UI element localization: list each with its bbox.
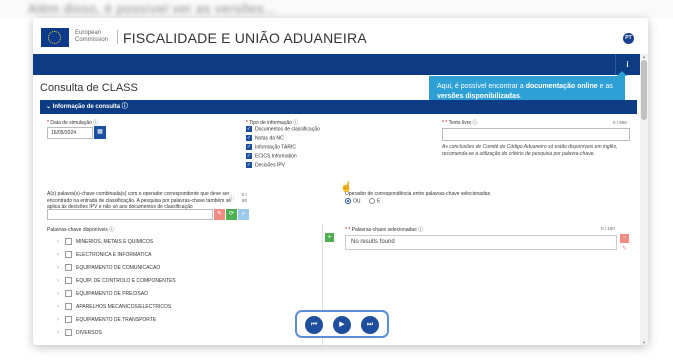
chevron-right-icon: ›: [57, 291, 59, 297]
date-input[interactable]: 16/05/2024: [47, 127, 93, 139]
checkbox-nc-notes[interactable]: ✓ Notas da NC: [246, 135, 284, 142]
chevron-right-icon: ›: [57, 265, 59, 271]
tooltip-text-suffix: .: [519, 93, 522, 100]
tree-item[interactable]: › ELECTRONICA E INFORMATICA: [57, 251, 151, 259]
tooltip-text: Aqui, é possível encontrar a: [437, 83, 526, 90]
section-header-label: Informação de consulta ⓘ: [52, 104, 128, 110]
checkbox-taric-info[interactable]: ✓ Informação TARIC: [246, 144, 296, 151]
checkbox-checked-icon: ✓: [246, 144, 252, 150]
site-title: FISCALIDADE E UNIÃO ADUANEIRA: [123, 30, 367, 46]
radio-or[interactable]: OU: [345, 198, 361, 205]
page-title: Consulta de CLASS: [40, 82, 138, 94]
checkbox-classification-docs[interactable]: ✓ Documentos de classificação: [246, 126, 320, 133]
top-caption-text: Além disso, é possível ver as versões...: [28, 1, 277, 16]
mouse-cursor-icon: ☝: [340, 182, 353, 193]
application-window: European Commission FISCALIDADE E UNIÃO …: [33, 18, 648, 345]
checkbox: [65, 329, 72, 337]
selected-keywords-label: * * Palavras-chave selecionadas ⓘ: [345, 227, 424, 233]
free-text-label: * * Texto livre ⓘ: [442, 120, 478, 126]
previous-button[interactable]: ⏮: [305, 316, 323, 334]
tree-item[interactable]: › EQUIPAMENTO DE COMUNICACAO: [57, 264, 160, 272]
checkbox: [65, 264, 72, 272]
top-caption-strip: Além disso, é possível ver as versões...: [0, 0, 673, 18]
language-selector[interactable]: PT: [623, 33, 634, 44]
operator-label: Operador de correspondência entre palavr…: [345, 191, 491, 197]
add-keyword-button[interactable]: +: [325, 233, 334, 242]
remove-keyword-button[interactable]: −: [620, 234, 629, 243]
chevron-right-icon: ›: [57, 317, 59, 323]
checkbox: [65, 290, 72, 298]
checkbox-checked-icon: ✓: [246, 135, 252, 141]
section-header-consult-info[interactable]: ⌄ Informação de consulta ⓘ: [40, 100, 637, 114]
eu-flag-logo: [41, 28, 69, 47]
search-keywords-button[interactable]: ⌕: [238, 209, 249, 220]
tooltip-text-mid: e as: [597, 83, 613, 90]
calendar-icon[interactable]: ▦: [94, 126, 106, 139]
radio-and[interactable]: E: [369, 198, 380, 205]
checkbox-checked-icon: ✓: [246, 126, 252, 132]
checkbox: [65, 251, 72, 259]
scrollbar-thumb[interactable]: [641, 60, 647, 120]
next-button[interactable]: ⏭: [361, 316, 379, 334]
play-button[interactable]: ▶: [333, 316, 351, 334]
scroll-up-icon: ▲: [642, 54, 646, 59]
checkbox: [65, 303, 72, 311]
refresh-keywords-button[interactable]: ⟳: [226, 209, 237, 220]
chevron-right-icon: ›: [57, 239, 59, 245]
checkbox: [65, 238, 72, 246]
tree-item[interactable]: › APARELHOS MECANICOS/ELECTRICOS: [57, 303, 171, 311]
free-text-input[interactable]: [442, 128, 630, 141]
checkbox-checked-icon: ✓: [246, 153, 252, 159]
commission-name: European Commission: [75, 30, 115, 44]
nav-bar: [33, 54, 640, 75]
playback-controls: ⏮ ▶ ⏭: [295, 310, 389, 338]
checkbox-ecics-info[interactable]: ✓ ECICS Information: [246, 153, 297, 160]
available-keywords-label: Palavras-chave disponíveis ⓘ: [47, 227, 115, 233]
chevron-right-icon: ›: [57, 252, 59, 258]
tooltip-versions-link: versões disponibilizadas: [437, 93, 520, 100]
chevron-right-icon: ›: [57, 278, 59, 284]
tree-item[interactable]: › DIVERSOS: [57, 329, 102, 337]
vertical-scrollbar[interactable]: ▲ ▼: [640, 54, 648, 345]
checkbox: [65, 277, 72, 285]
header-separator: [117, 30, 118, 44]
keywords-counter: 0 /80: [242, 192, 248, 203]
clear-selected-icon[interactable]: ✎: [620, 245, 629, 254]
scroll-down-icon: ▼: [642, 340, 646, 345]
radio-selected-icon: [345, 198, 351, 204]
org-line1: European: [75, 30, 102, 36]
chevron-right-icon: ›: [57, 330, 59, 336]
tooltip-doc-link: documentação online: [525, 83, 598, 90]
chevron-down-icon: ⌄: [46, 104, 53, 110]
org-line2: Commission: [75, 37, 109, 43]
tree-item[interactable]: › MINERIOS, METAIS E QUIMICOS: [57, 238, 153, 246]
tree-item[interactable]: › EQUIP. DE CONTROLO E COMPONENTES: [57, 277, 176, 285]
tooltip-arrow: [617, 71, 627, 76]
keywords-label: A(s) palavra(s)-chave combinada(s) com o…: [47, 191, 231, 210]
chevron-right-icon: ›: [57, 304, 59, 310]
tree-item[interactable]: › EQUIPAMENTO DE PRECISAO: [57, 290, 148, 298]
free-text-note: As conclusões de Comité do Código Aduane…: [442, 144, 618, 157]
checkbox-checked-icon: ✓: [246, 162, 252, 168]
clear-keywords-button[interactable]: ✎: [214, 209, 225, 220]
selected-keywords-box[interactable]: No results found: [345, 235, 617, 250]
date-label: * Data de simulação ⓘ: [47, 120, 99, 126]
free-text-counter: 0 / 900: [613, 120, 627, 125]
checkbox: [65, 316, 72, 324]
site-header: European Commission FISCALIDADE E UNIÃO …: [33, 18, 648, 54]
radio-unselected-icon: [369, 198, 375, 204]
selected-keywords-counter: 0 / 100: [601, 226, 615, 231]
checkbox-ipv-decisions[interactable]: ✓ Decisões IPV: [246, 162, 285, 169]
keywords-input[interactable]: [47, 209, 213, 220]
help-icon: ⓘ: [229, 196, 235, 202]
info-type-label: * Tipo de informação ⓘ: [246, 120, 299, 126]
tree-item[interactable]: › EQUIPAMENTO DE TRANSPORTE: [57, 316, 156, 324]
